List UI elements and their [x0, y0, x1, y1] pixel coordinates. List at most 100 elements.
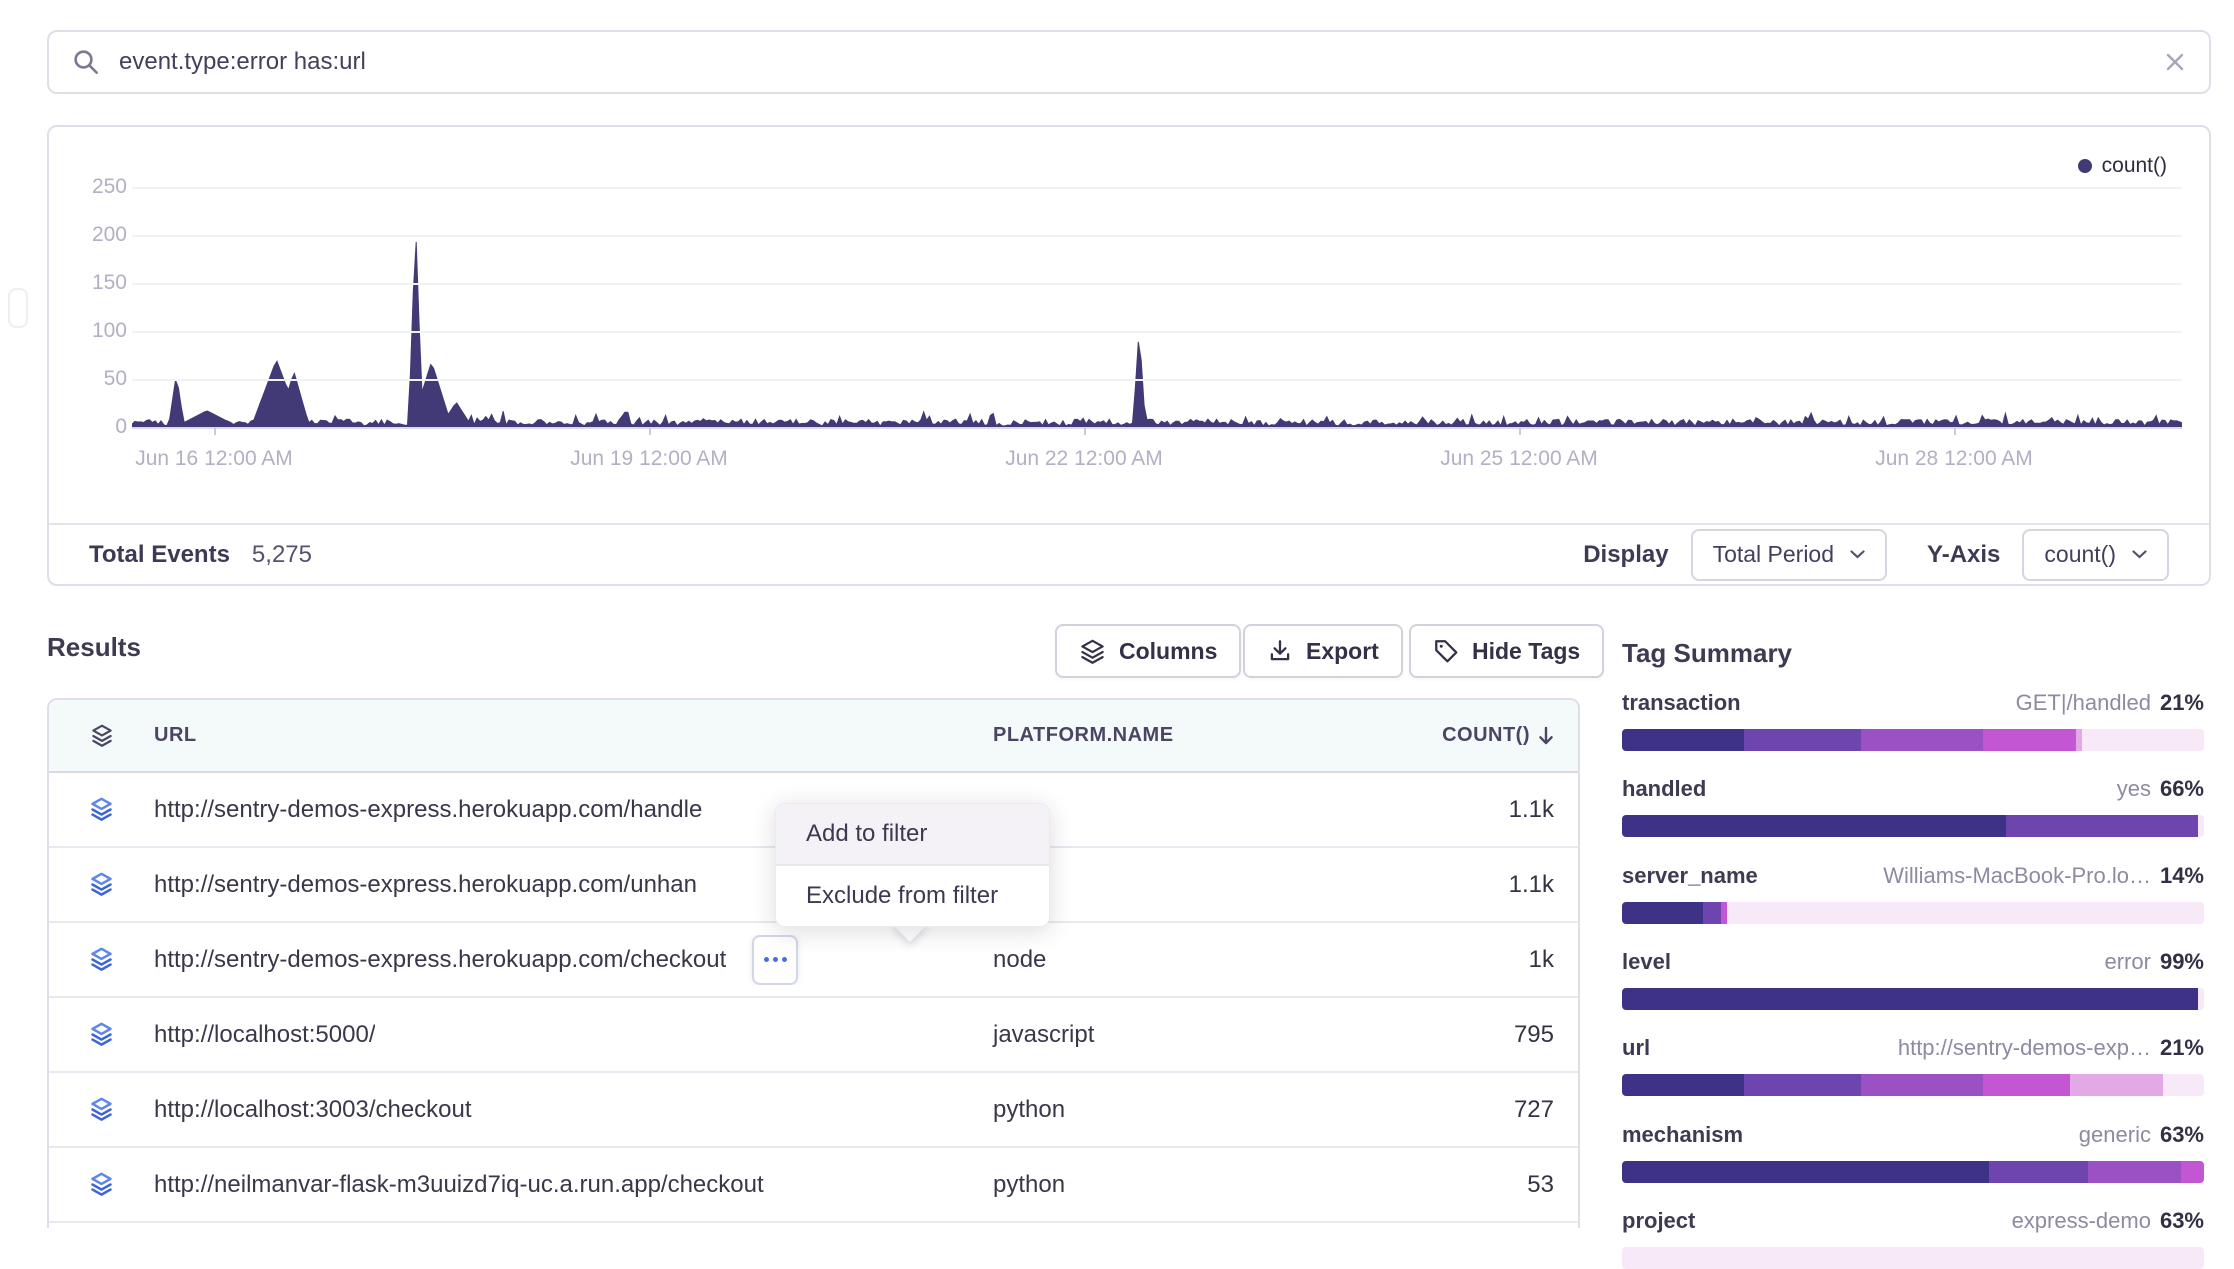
sidebar-collapse-handle[interactable]: [8, 288, 28, 328]
hide-tags-button[interactable]: Hide Tags: [1409, 624, 1604, 678]
export-button-label: Export: [1306, 638, 1379, 665]
url-cell[interactable]: http://sentry-demos-express.herokuapp.co…: [154, 871, 697, 899]
chart-gridline: [132, 187, 2182, 189]
table-row[interactable]: http://localhost:3003/checkout python 72…: [49, 1071, 1578, 1146]
menu-item-add-to-filter[interactable]: Add to filter: [776, 804, 1049, 864]
column-header-url[interactable]: URL: [154, 724, 993, 747]
tag-distribution-bar[interactable]: [1622, 902, 2204, 924]
tag-top-percent: 21%: [2160, 1035, 2204, 1061]
tag-bar-segment[interactable]: [2088, 1161, 2181, 1183]
clear-search-icon[interactable]: [2163, 50, 2187, 74]
sort-desc-icon: [1538, 726, 1554, 746]
count-cell: 1k: [1382, 946, 1578, 974]
column-header-count[interactable]: COUNT(): [1382, 724, 1578, 747]
y-axis-tick-label: 50: [57, 367, 127, 391]
tag-bar-segment[interactable]: [2198, 815, 2204, 837]
tag-top-percent: 21%: [2160, 690, 2204, 716]
event-stack-icon: [49, 946, 154, 973]
tag-bar-segment[interactable]: [1622, 1161, 1989, 1183]
event-stack-icon: [49, 796, 154, 823]
tag-bar-segment[interactable]: [1703, 902, 1720, 924]
chart-legend-count[interactable]: count(): [2078, 154, 2167, 178]
chart-gridline: [132, 379, 2182, 381]
event-stack-icon: [49, 871, 154, 898]
tag-bar-segment[interactable]: [1622, 729, 1744, 751]
tag-top-percent: 14%: [2160, 863, 2204, 889]
tag-top-value: generic: [2079, 1122, 2151, 1148]
search-bar[interactable]: [47, 30, 2211, 94]
events-area-chart[interactable]: [132, 181, 2182, 428]
columns-button[interactable]: Columns: [1055, 624, 1241, 678]
legend-dot-icon: [2078, 159, 2092, 173]
url-cell[interactable]: http://localhost:5000/: [154, 1021, 375, 1049]
tag-bar-segment[interactable]: [2082, 729, 2204, 751]
tag-bar-segment[interactable]: [1861, 1074, 1983, 1096]
tag-block: mechanism generic 63%: [1622, 1122, 2204, 1183]
x-axis-tick-mark: [214, 428, 216, 435]
tag-distribution-bar[interactable]: [1622, 988, 2204, 1010]
tag-distribution-bar[interactable]: [1622, 1247, 2204, 1269]
chart-gridline: [132, 331, 2182, 333]
y-axis-tick-label: 250: [57, 175, 127, 199]
menu-item-exclude-from-filter[interactable]: Exclude from filter: [776, 866, 1049, 926]
tag-distribution-bar[interactable]: [1622, 1161, 2204, 1183]
results-table: URL PLATFORM.NAME COUNT() http://sentry-…: [47, 698, 1580, 1228]
table-row[interactable]: http://localhost:5000/ javascript 795: [49, 996, 1578, 1071]
yaxis-dropdown[interactable]: count(): [2022, 529, 2169, 581]
tag-name: transaction: [1622, 690, 1741, 716]
tag-bar-segment[interactable]: [1744, 729, 1860, 751]
url-cell[interactable]: http://localhost:3003/checkout: [154, 1096, 472, 1124]
search-input[interactable]: [117, 47, 2163, 77]
chart-footer: Total Events 5,275 Display Total Period …: [49, 523, 2209, 584]
chevron-down-icon: [2132, 550, 2147, 559]
count-cell: 1.1k: [1382, 871, 1578, 899]
url-cell[interactable]: http://neilmanvar-flask-m3uuizd7iq-uc.a.…: [154, 1171, 764, 1199]
tag-bar-segment[interactable]: [2198, 988, 2204, 1010]
tag-bar-segment[interactable]: [2181, 1161, 2204, 1183]
tag-top-value: yes: [2117, 776, 2151, 802]
download-icon: [1267, 638, 1293, 664]
url-cell[interactable]: http://sentry-demos-express.herokuapp.co…: [154, 796, 702, 824]
export-button[interactable]: Export: [1243, 624, 1403, 678]
column-header-platform[interactable]: PLATFORM.NAME: [993, 724, 1382, 747]
tag-bar-segment[interactable]: [2006, 815, 2198, 837]
x-axis-tick-label: Jun 16 12:00 AM: [135, 447, 293, 471]
tag-bar-segment[interactable]: [1622, 1074, 1744, 1096]
tag-name: handled: [1622, 776, 1706, 802]
count-header-label: COUNT(): [1442, 724, 1530, 747]
total-events-value: 5,275: [252, 541, 312, 569]
x-axis-tick-mark: [649, 428, 651, 435]
x-axis-tick-label: Jun 22 12:00 AM: [1005, 447, 1163, 471]
tag-bar-segment[interactable]: [1861, 729, 1983, 751]
tag-bar-segment[interactable]: [1622, 902, 1703, 924]
tag-bar-segment[interactable]: [1622, 988, 2198, 1010]
url-cell[interactable]: http://sentry-demos-express.herokuapp.co…: [154, 946, 726, 974]
y-axis-tick-label: 150: [57, 271, 127, 295]
tag-block: project express-demo 63%: [1622, 1208, 2204, 1269]
tag-bar-segment[interactable]: [1983, 1074, 2070, 1096]
tag-bar-segment[interactable]: [2163, 1074, 2204, 1096]
count-cell: 795: [1382, 1021, 1578, 1049]
tag-bar-segment[interactable]: [1727, 902, 2204, 924]
tag-distribution-bar[interactable]: [1622, 815, 2204, 837]
table-row[interactable]: http://sentry-demos-express.herokuapp.co…: [49, 921, 1578, 996]
tag-bar-segment[interactable]: [2070, 1074, 2163, 1096]
x-axis-tick-mark: [1084, 428, 1086, 435]
yaxis-label: Y-Axis: [1927, 541, 2000, 569]
row-actions-button[interactable]: [752, 935, 798, 985]
tag-bar-segment[interactable]: [1983, 729, 2076, 751]
tag-bar-segment[interactable]: [1622, 815, 2006, 837]
tag-block: level error 99%: [1622, 949, 2204, 1010]
tag-summary-heading: Tag Summary: [1622, 638, 1792, 669]
table-row[interactable]: http://neilmanvar-flask-m3uuizd7iq-uc.a.…: [49, 1146, 1578, 1221]
tag-distribution-bar[interactable]: [1622, 1074, 2204, 1096]
table-row[interactable]: [49, 1221, 1578, 1228]
tag-top-value: express-demo: [2012, 1208, 2151, 1234]
display-dropdown[interactable]: Total Period: [1691, 529, 1887, 581]
tag-name: mechanism: [1622, 1122, 1743, 1148]
tag-bar-segment[interactable]: [1989, 1161, 2088, 1183]
tag-block: handled yes 66%: [1622, 776, 2204, 837]
tag-bar-segment[interactable]: [1744, 1074, 1860, 1096]
tag-distribution-bar[interactable]: [1622, 729, 2204, 751]
y-axis-tick-label: 0: [57, 415, 127, 439]
